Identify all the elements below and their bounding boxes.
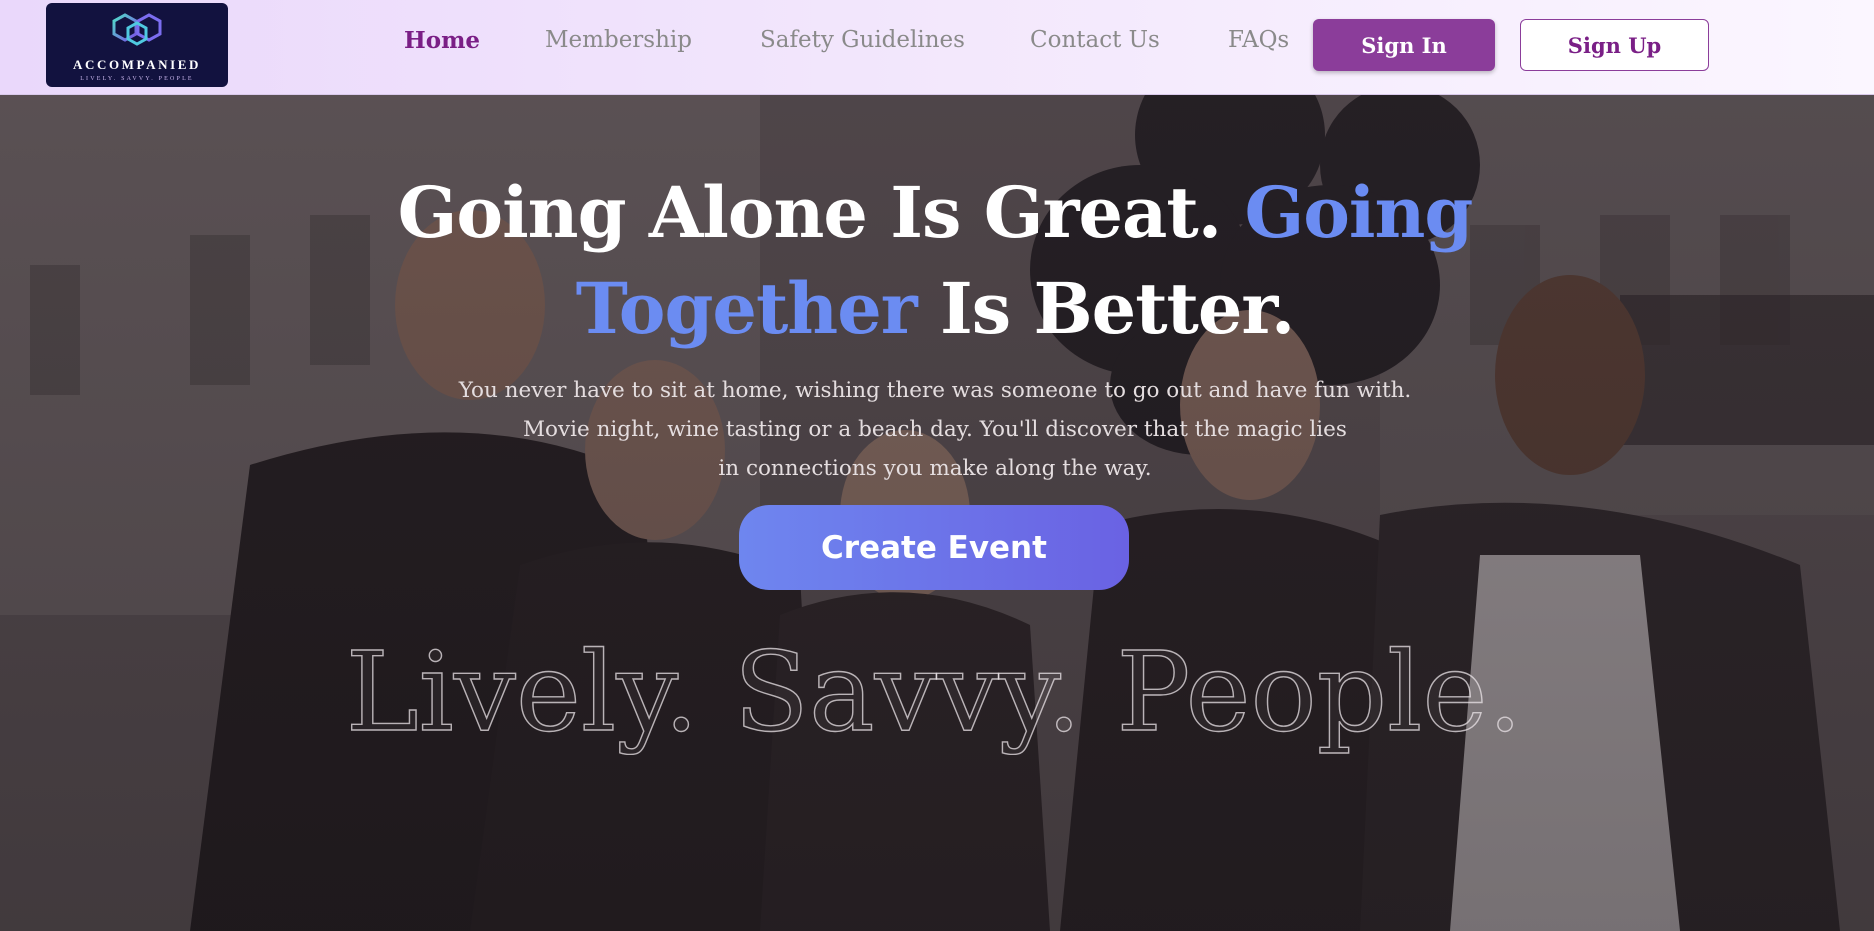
nav-faqs[interactable]: FAQs	[1228, 27, 1289, 53]
headline-part-1: Going Alone Is Great.	[397, 171, 1222, 254]
nav-membership[interactable]: Membership	[545, 27, 692, 53]
subtext-line: You never have to sit at home, wishing t…	[458, 378, 1412, 403]
subtext-line: in connections you make along the way.	[718, 456, 1152, 481]
hero-headline: Going Alone Is Great. Going Together Is …	[380, 165, 1490, 357]
subtext-line: Movie night, wine tasting or a beach day…	[523, 417, 1347, 442]
headline-part-2: Is Better.	[939, 267, 1295, 350]
sign-in-button[interactable]: Sign In	[1313, 19, 1495, 71]
hero-subtext: You never have to sit at home, wishing t…	[420, 371, 1450, 488]
sign-up-button[interactable]: Sign Up	[1520, 19, 1709, 71]
hero-section: Going Alone Is Great. Going Together Is …	[0, 95, 1874, 931]
watermark-text: Lively. Savvy. People.	[346, 628, 1523, 755]
top-nav-bar: ACCOMPANIED LIVELY. SAVVY. PEOPLE Home M…	[0, 0, 1874, 95]
hero-watermark: Lively. Savvy. People.	[345, 627, 1523, 755]
nav-home[interactable]: Home	[404, 27, 480, 54]
brand-tagline: LIVELY. SAVVY. PEOPLE	[80, 76, 194, 82]
nav-safety-guidelines[interactable]: Safety Guidelines	[760, 27, 965, 53]
brand-name: ACCOMPANIED	[72, 57, 202, 72]
brand-logo[interactable]: ACCOMPANIED LIVELY. SAVVY. PEOPLE	[46, 3, 228, 87]
create-event-button[interactable]: Create Event	[739, 505, 1129, 590]
interlocking-hexagons-icon	[112, 13, 162, 46]
nav-contact-us[interactable]: Contact Us	[1030, 27, 1160, 53]
